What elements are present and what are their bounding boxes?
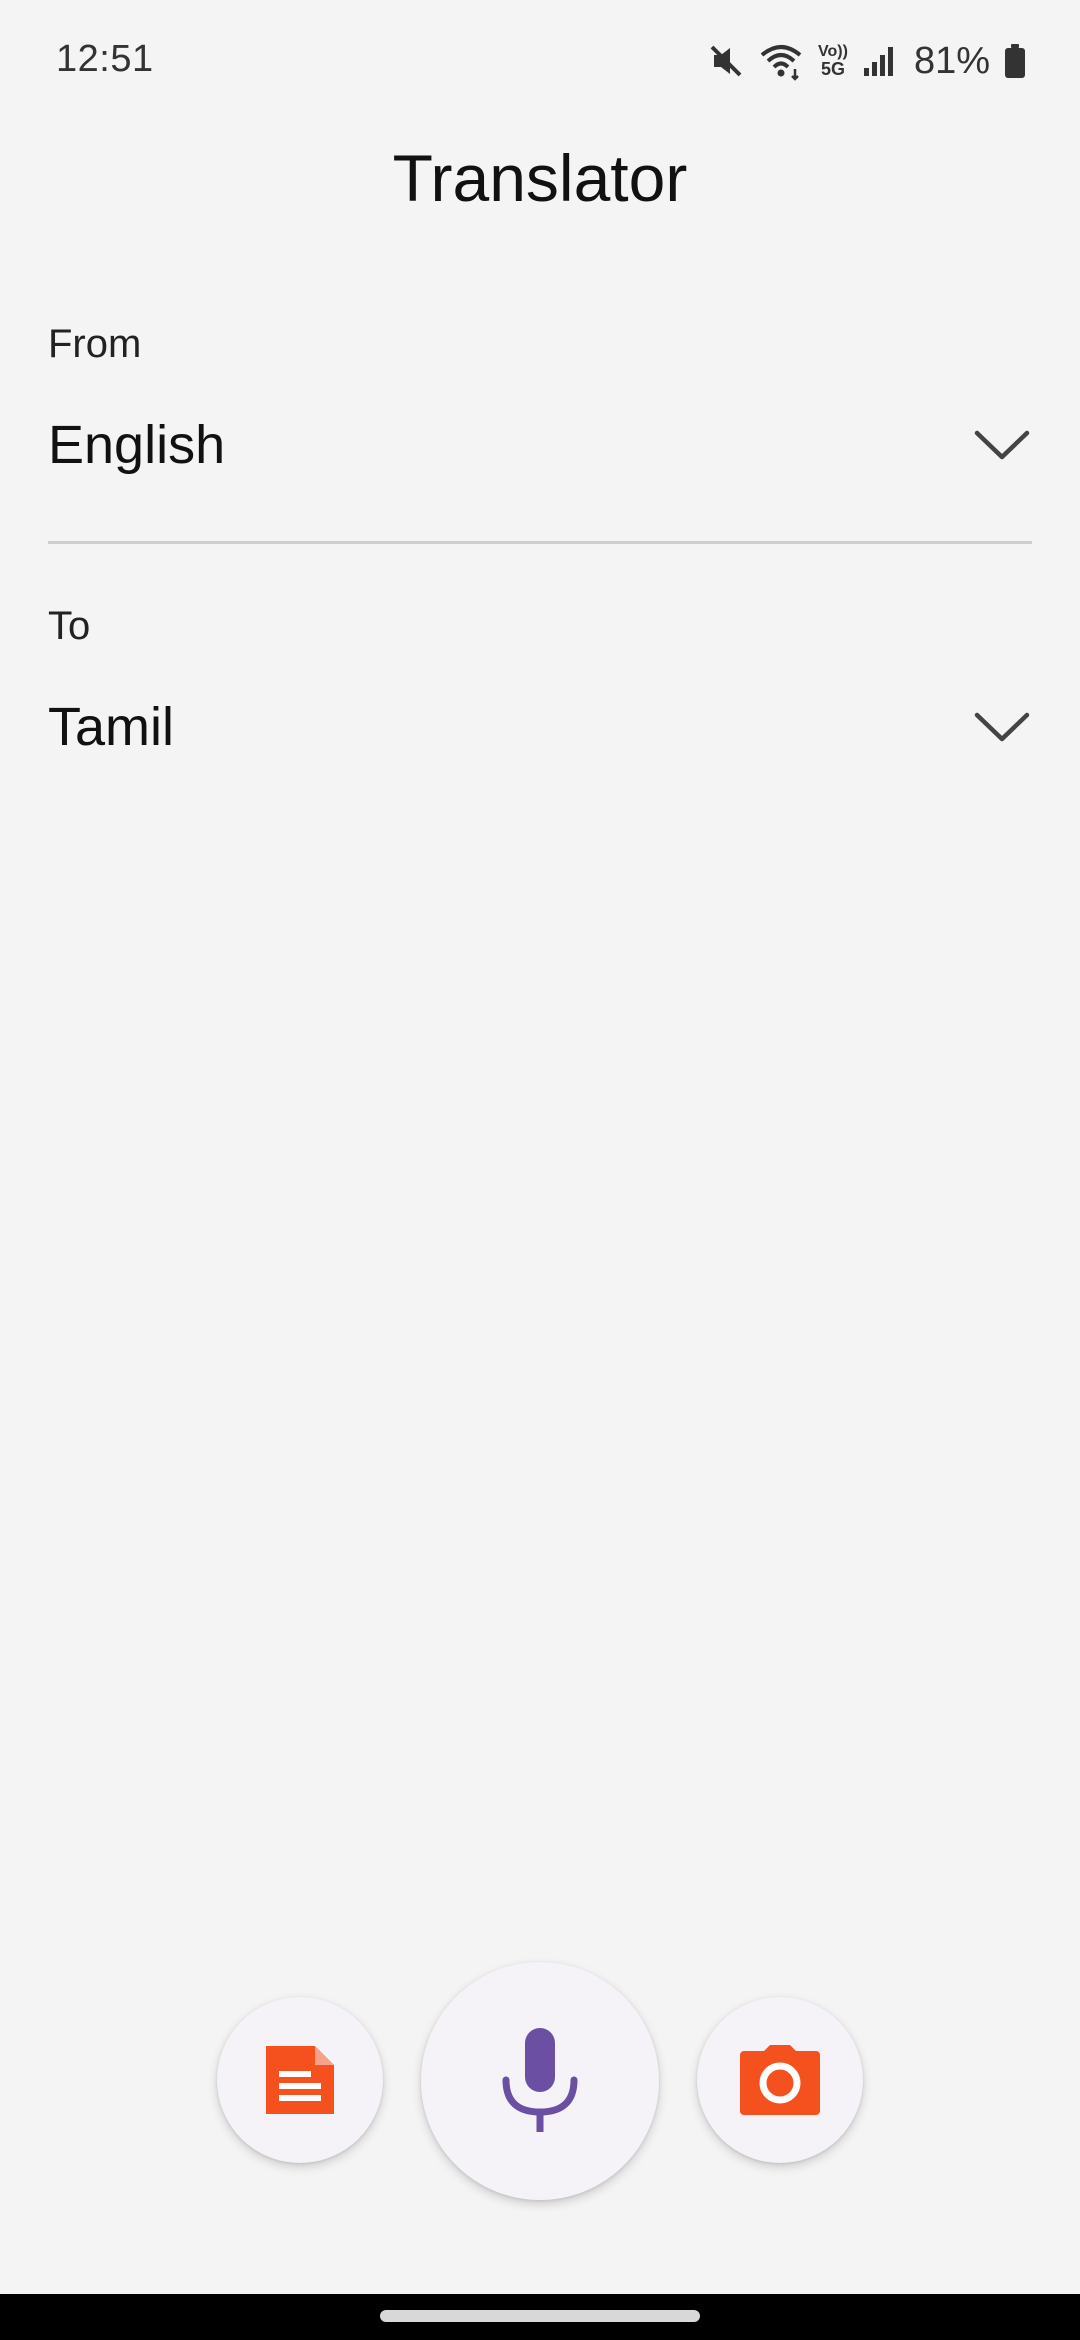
page-title: Translator <box>392 141 688 215</box>
camera-input-button[interactable] <box>697 1997 863 2163</box>
wifi-icon <box>760 45 802 81</box>
mute-icon <box>710 45 742 77</box>
from-language-dropdown[interactable]: English <box>48 415 1032 475</box>
battery-percent: 81% <box>913 39 990 82</box>
status-bar: 12:51 Vo)) 5G 81% <box>0 0 1080 120</box>
battery-icon <box>1005 44 1025 78</box>
text-input-button[interactable] <box>217 1997 383 2163</box>
to-language-dropdown[interactable]: Tamil <box>48 697 1032 757</box>
microphone-icon <box>502 2028 578 2132</box>
chevron-down-icon <box>974 712 1030 742</box>
from-language-value: English <box>48 415 226 475</box>
navigation-bar <box>0 2294 1080 2340</box>
voice-input-button[interactable] <box>421 1962 659 2200</box>
home-handle[interactable] <box>380 2310 700 2322</box>
camera-icon <box>740 2045 820 2115</box>
network-type-icon: Vo)) 5G <box>818 43 848 79</box>
from-language-section: From English <box>48 322 1032 475</box>
from-label: From <box>48 322 142 366</box>
signal-icon <box>863 47 893 76</box>
document-icon <box>266 2046 334 2114</box>
status-time: 12:51 <box>56 38 154 80</box>
to-label: To <box>48 604 91 648</box>
to-language-section: To Tamil <box>48 604 1032 757</box>
chevron-down-icon <box>974 430 1030 460</box>
section-divider <box>48 541 1032 544</box>
to-language-value: Tamil <box>48 697 175 757</box>
status-icons: Vo)) 5G 81% <box>708 36 1026 86</box>
